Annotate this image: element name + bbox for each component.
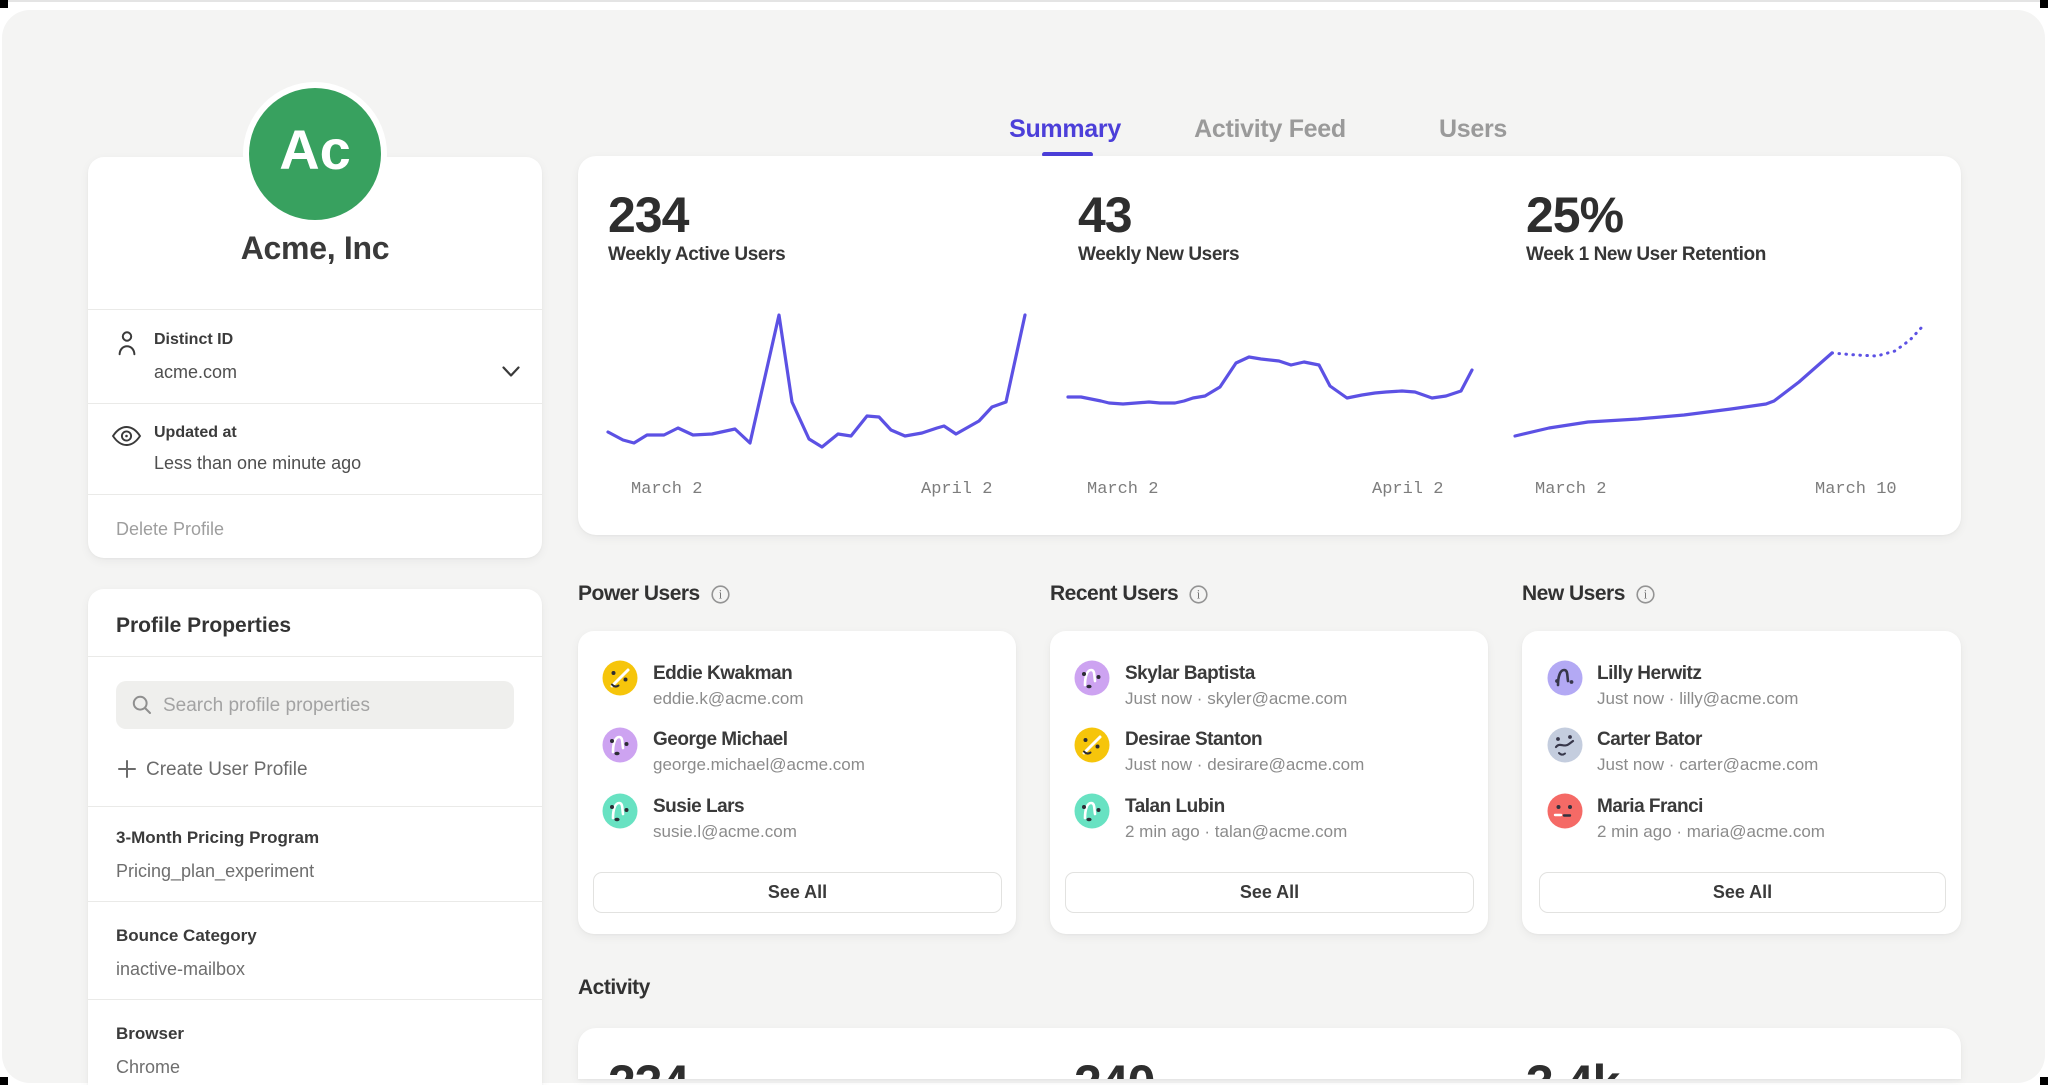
svg-text:i: i [1644, 587, 1648, 601]
svg-text:i: i [1197, 587, 1201, 601]
svg-text:i: i [718, 587, 722, 601]
